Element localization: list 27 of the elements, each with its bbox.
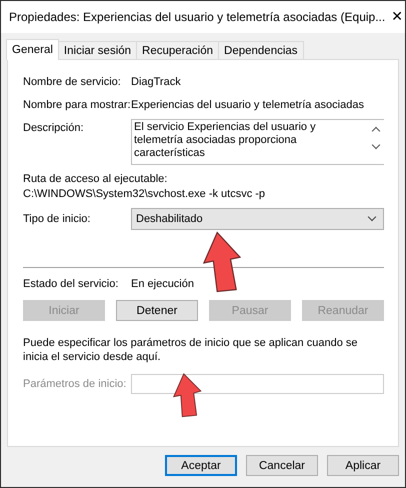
- field-label: Ruta de acceso al ejecutable:: [23, 173, 168, 185]
- close-button[interactable]: ✕: [385, 1, 405, 33]
- field-value: Experiencias del usuario y telemetría asociadas: [131, 99, 364, 111]
- service-button[interactable]: Detener: [116, 300, 198, 321]
- dropdown-value: Deshabilitado: [136, 213, 203, 225]
- hint-text: Puede especificar los parámetros de inicio que se aplican cuando se inicia el servicio desde aquí.: [23, 336, 358, 364]
- field-value: DiagTrack: [131, 76, 181, 88]
- field-label: Descripción:: [23, 122, 85, 134]
- field-label: Estado del servicio:: [23, 278, 120, 290]
- status-value: En ejecución: [131, 278, 194, 290]
- tab[interactable]: General: [6, 39, 59, 60]
- arrow-icon: [173, 373, 203, 419]
- field-label: Tipo de inicio:: [23, 213, 92, 225]
- dialog-button[interactable]: Aplicar: [327, 455, 399, 476]
- field-label: Nombre de servicio:: [23, 76, 122, 88]
- window-title: Propiedades: Experiencias del usuario y telemetría asociadas (Equip...: [9, 10, 386, 24]
- arrow-icon: [201, 231, 241, 293]
- field-label: Nombre para mostrar:: [23, 99, 131, 111]
- path-text: C:\WINDOWS\System32\svchost.exe -k utcsvc -p: [23, 188, 266, 200]
- tab[interactable]: Dependencias: [218, 41, 304, 59]
- description-text: El servicio Experiencias del usuario y telemetría asociadas proporciona características: [133, 120, 317, 161]
- startup-type-dropdown[interactable]: Deshabilitado: [131, 208, 384, 230]
- dialog-button[interactable]: Cancelar: [246, 455, 318, 476]
- tab[interactable]: Recuperación: [136, 41, 220, 59]
- description-box[interactable]: El servicio Experiencias del usuario y telemetría asociadas proporciona características: [131, 119, 384, 165]
- dialog-button[interactable]: Aceptar: [165, 455, 237, 476]
- field-label: Parámetros de inicio:: [23, 378, 128, 390]
